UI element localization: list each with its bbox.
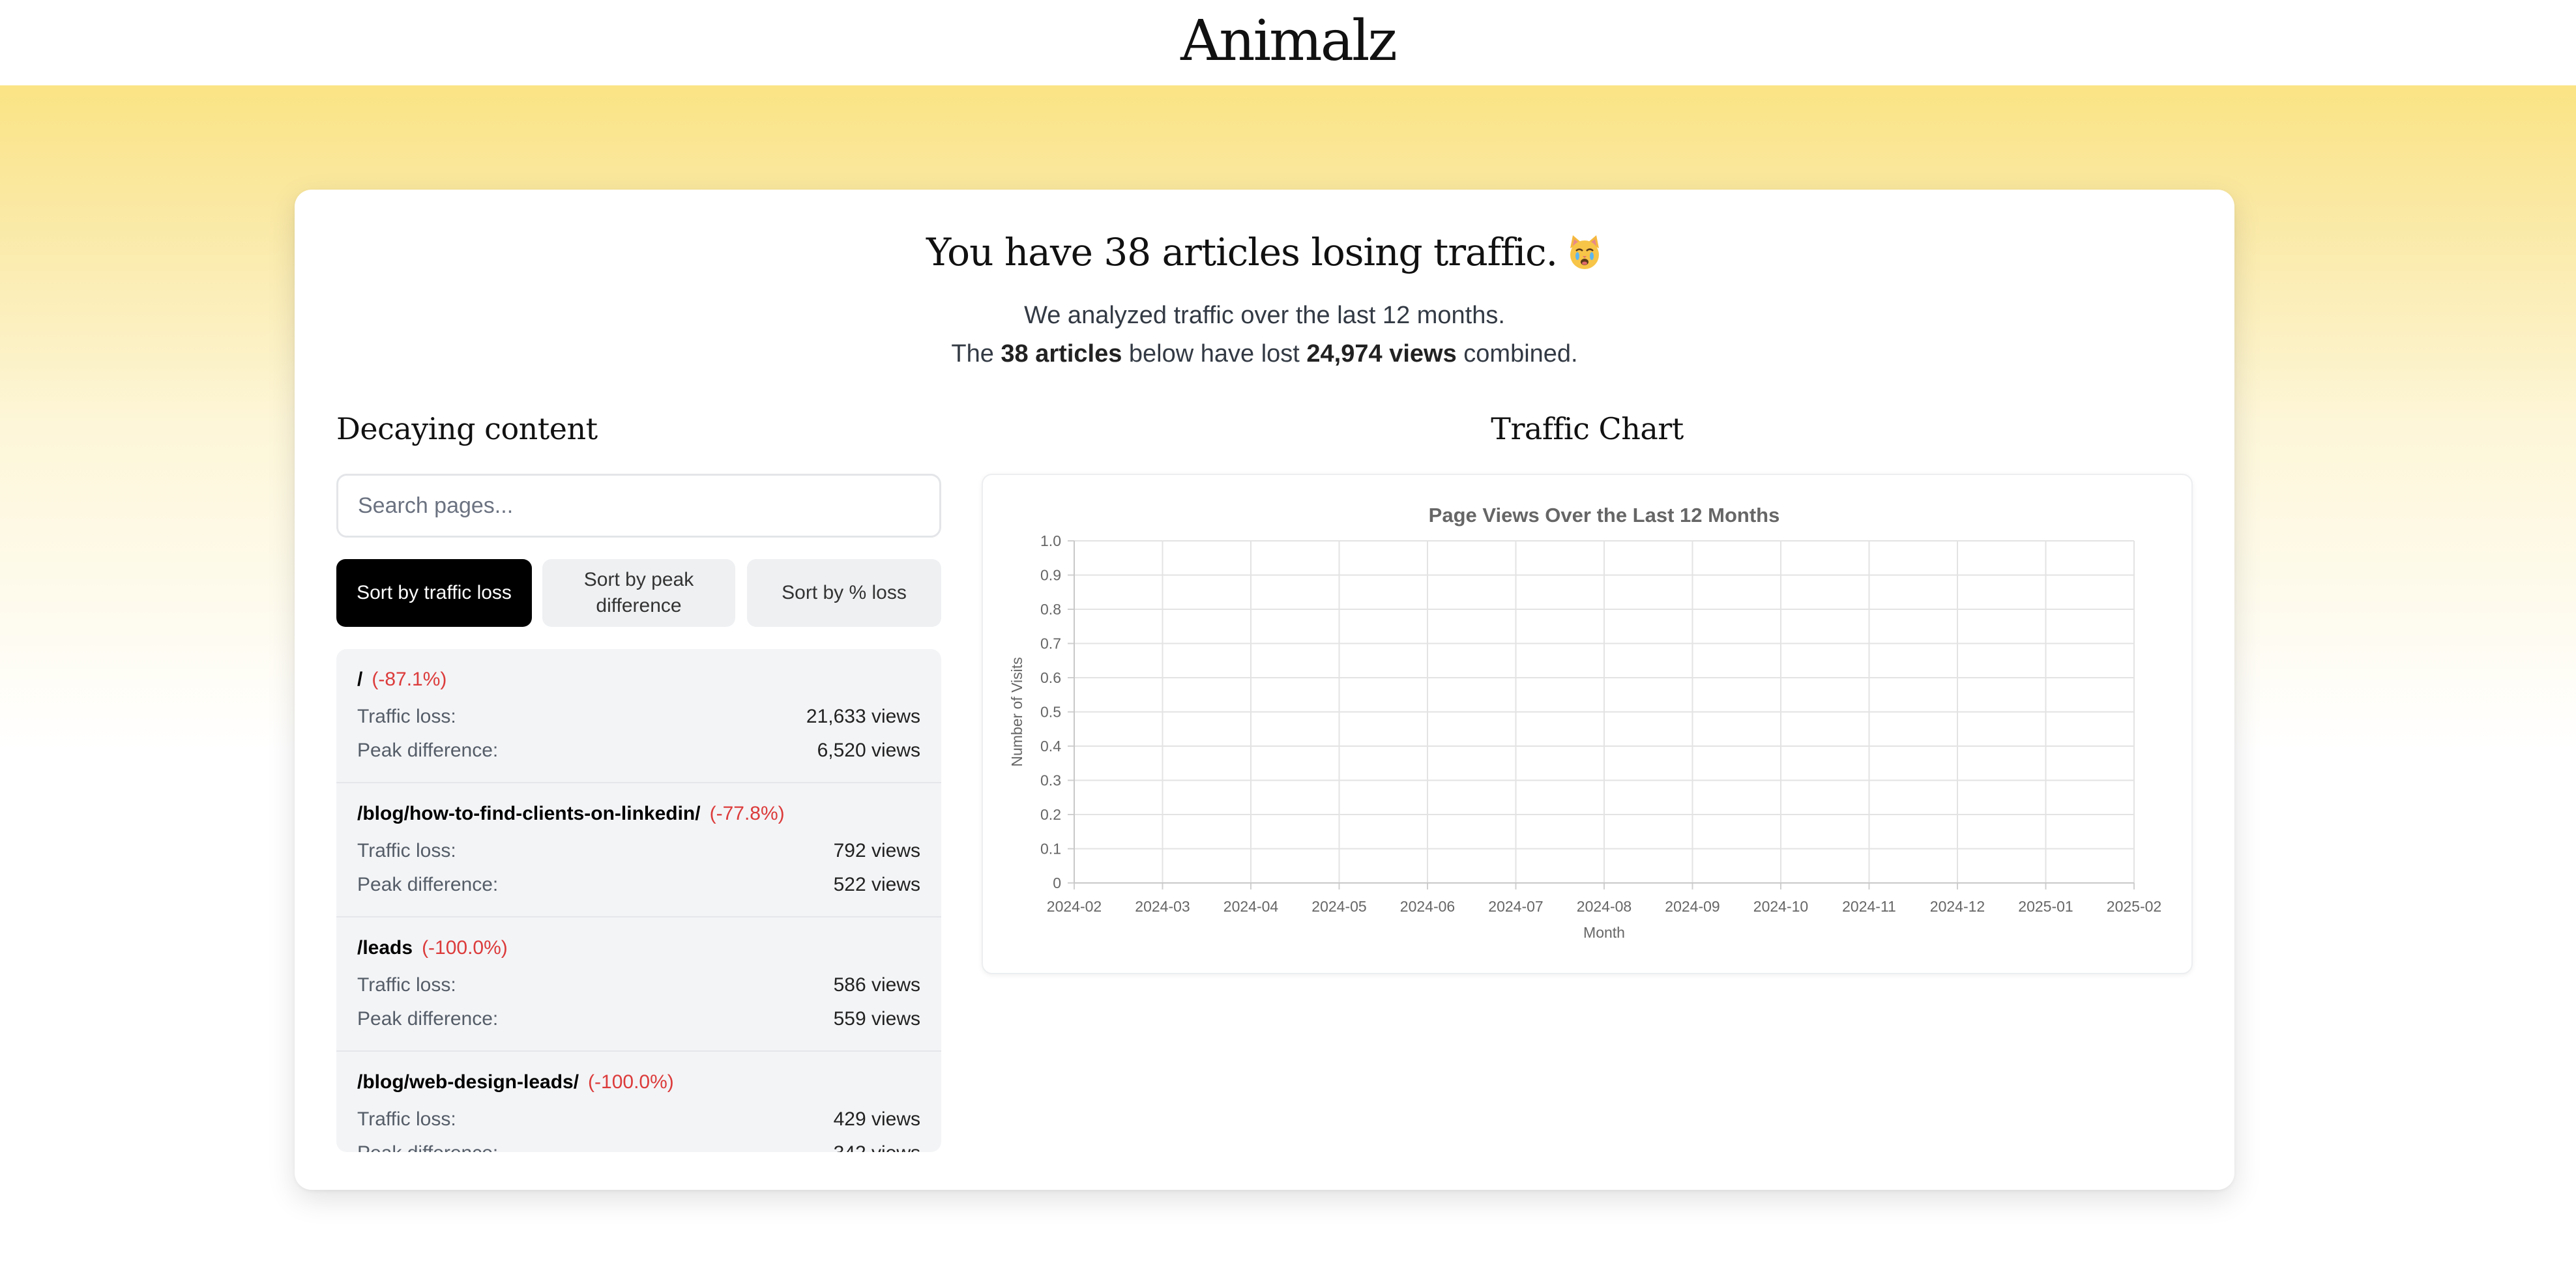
- x-tick-label: 2024-11: [1842, 898, 1896, 915]
- y-tick-label: 0.2: [1040, 806, 1061, 823]
- peak-difference-value: 559 views: [833, 1008, 920, 1030]
- y-tick-label: 0.3: [1040, 772, 1061, 789]
- sort-traffic-loss-button[interactable]: Sort by traffic loss: [336, 559, 532, 627]
- traffic-chart-title: Traffic Chart: [1491, 411, 1684, 446]
- page-path: /leads: [357, 937, 413, 959]
- y-tick-label: 0.5: [1040, 704, 1061, 721]
- summary-suffix: combined.: [1456, 340, 1578, 368]
- percent-loss: (-100.0%): [422, 937, 508, 959]
- list-item[interactable]: / (-87.1%) Traffic loss: 21,633 views Peak…: [336, 649, 941, 783]
- x-tick-label: 2024-12: [1930, 898, 1985, 915]
- peak-difference-label: Peak difference:: [357, 874, 499, 895]
- traffic-loss-value: 21,633 views: [806, 706, 920, 727]
- traffic-loss-label: Traffic loss:: [357, 706, 456, 727]
- percent-loss: (-77.8%): [709, 803, 785, 824]
- list-item[interactable]: /blog/web-design-leads/ (-100.0%) Traffic…: [336, 1052, 941, 1152]
- peak-difference-label: Peak difference:: [357, 740, 499, 761]
- page-views-line-chart[interactable]: Page Views Over the Last 12 Months 0 0.1 0.…: [983, 475, 2191, 973]
- page-path: /blog/how-to-find-clients-on-linkedin/: [357, 803, 701, 824]
- peak-difference-value: 342 views: [834, 1142, 920, 1152]
- y-tick-label: 0.4: [1040, 738, 1061, 755]
- sort-peak-difference-button[interactable]: Sort by peak difference: [542, 559, 735, 627]
- y-tick-label: 0.6: [1040, 669, 1061, 686]
- decaying-content-title: Decaying content: [336, 411, 598, 446]
- peak-difference-label: Peak difference:: [357, 1008, 499, 1030]
- article-count: 38 articles: [1001, 340, 1122, 368]
- y-tick-label: 0: [1053, 874, 1061, 891]
- analysis-note: We analyzed traffic over the last 12 mon…: [1024, 302, 1505, 329]
- x-axis-label: Month: [1583, 924, 1625, 941]
- traffic-loss-label: Traffic loss:: [357, 840, 456, 861]
- crying-cat-icon: [1566, 234, 1603, 280]
- top-bar: Animalz: [0, 0, 2576, 85]
- x-tick-label: 2024-03: [1135, 898, 1190, 915]
- traffic-loss-value: 586 views: [833, 974, 920, 996]
- search-input[interactable]: [336, 474, 941, 538]
- y-tick-label: 0.1: [1040, 841, 1061, 858]
- x-tick-label: 2024-08: [1577, 898, 1632, 915]
- x-tick-label: 2024-10: [1753, 898, 1808, 915]
- x-tick-label: 2024-02: [1047, 898, 1102, 915]
- decaying-content-list[interactable]: / (-87.1%) Traffic loss: 21,633 views Peak…: [336, 649, 941, 1152]
- page-headline: You have 38 articles losing traffic.: [295, 230, 2234, 280]
- traffic-loss-label: Traffic loss:: [357, 974, 456, 996]
- page-path: /blog/web-design-leads/: [357, 1071, 579, 1093]
- x-tick-label: 2024-04: [1223, 898, 1279, 915]
- total-views-lost: 24,974 views: [1306, 340, 1457, 368]
- brand-logo[interactable]: Animalz: [1180, 8, 1398, 74]
- traffic-chart-panel: Page Views Over the Last 12 Months 0 0.1 0.…: [982, 474, 2193, 974]
- traffic-loss-label: Traffic loss:: [357, 1108, 456, 1130]
- x-tick-label: 2024-07: [1488, 898, 1543, 915]
- list-item[interactable]: /blog/how-to-find-clients-on-linkedin/ (-…: [336, 783, 941, 917]
- percent-loss: (-87.1%): [372, 669, 447, 690]
- chart-title: Page Views Over the Last 12 Months: [1429, 504, 1780, 527]
- x-tick-label: 2024-09: [1665, 898, 1720, 915]
- y-axis-label: Number of Visits: [1008, 657, 1025, 766]
- peak-difference-value: 6,520 views: [817, 740, 920, 761]
- x-tick-label: 2025-01: [2018, 898, 2073, 915]
- summary-mid: below have lost: [1122, 340, 1307, 368]
- traffic-loss-value: 429 views: [833, 1108, 920, 1130]
- percent-loss: (-100.0%): [588, 1071, 674, 1093]
- traffic-loss-value: 792 views: [833, 840, 920, 861]
- peak-difference-label: Peak difference:: [357, 1142, 498, 1152]
- x-tick-label: 2024-05: [1311, 898, 1366, 915]
- x-tick-label: 2025-02: [2107, 898, 2161, 915]
- y-tick-label: 0.7: [1040, 635, 1061, 652]
- sort-percent-loss-button[interactable]: Sort by % loss: [747, 559, 941, 627]
- peak-difference-value: 522 views: [833, 874, 920, 895]
- y-tick-label: 1.0: [1040, 532, 1061, 549]
- results-card: You have 38 articles losing traffic. We …: [295, 190, 2234, 1190]
- headline-text: You have 38 articles losing traffic.: [926, 230, 1558, 274]
- list-item[interactable]: /leads (-100.0%) Traffic loss: 586 views P…: [336, 917, 941, 1052]
- x-tick-label: 2024-06: [1400, 898, 1455, 915]
- summary-prefix: The: [951, 340, 1001, 368]
- y-tick-label: 0.9: [1040, 567, 1061, 584]
- y-tick-label: 0.8: [1040, 601, 1061, 618]
- summary-line: The 38 articles below have lost 24,974 v…: [295, 340, 2234, 368]
- page-path: /: [357, 669, 363, 690]
